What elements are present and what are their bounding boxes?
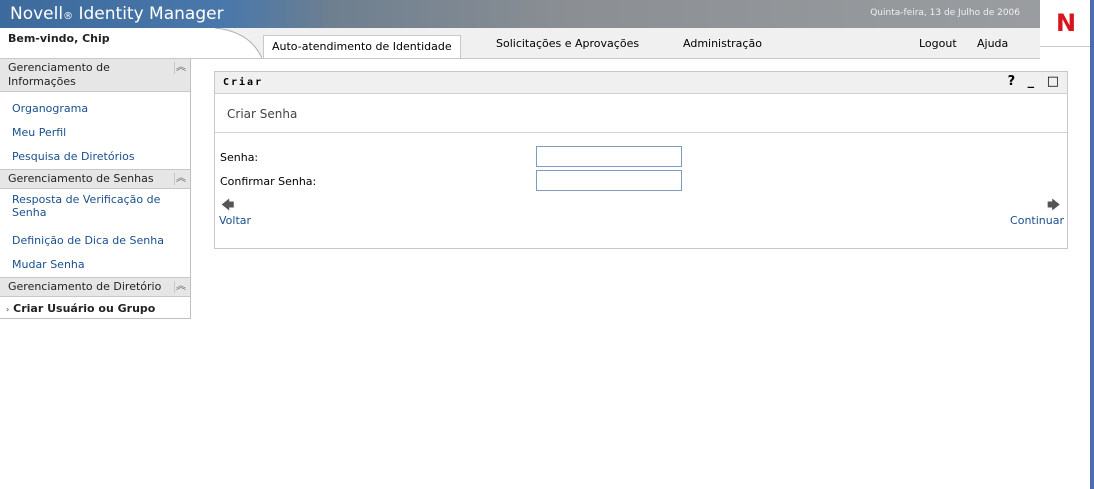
sidebar-item-directory-search[interactable]: Pesquisa de Diretórios <box>0 145 190 169</box>
confirm-password-field[interactable] <box>536 170 682 191</box>
double-chevron-up-icon[interactable]: ︽ <box>174 62 187 74</box>
continue-link[interactable]: Continuar <box>1010 214 1064 227</box>
welcome-text: Bem-vindo, Chip <box>8 32 110 45</box>
sidebar: Gerenciamento de Informações ︽ Organogra… <box>0 58 191 319</box>
window-edge <box>1090 0 1094 489</box>
back-link[interactable]: Voltar <box>219 214 251 227</box>
double-chevron-up-icon[interactable]: ︽ <box>174 173 187 185</box>
logout-link[interactable]: Logout <box>919 37 957 50</box>
sidebar-item-create-user-group[interactable]: › Criar Usuário ou Grupo <box>0 297 190 322</box>
novell-logo-icon: N <box>1056 9 1077 37</box>
password-label: Senha: <box>220 151 259 164</box>
page-subheading: Criar Senha <box>227 107 298 121</box>
sidebar-item-password-challenge[interactable]: Resposta de Verificação de Senha <box>0 193 190 219</box>
section-directory-management[interactable]: Gerenciamento de Diretório ︽ <box>0 277 190 297</box>
panel-controls: ? _ □ <box>1000 74 1059 89</box>
tab-administration[interactable]: Administração <box>683 37 762 50</box>
panel-title: Criar <box>223 77 264 88</box>
password-field[interactable] <box>536 146 682 167</box>
create-panel: Criar ? _ □ Criar Senha Senha: Confirmar… <box>214 71 1068 249</box>
double-chevron-up-icon[interactable]: ︽ <box>174 281 187 293</box>
panel-header: Criar ? _ □ <box>215 72 1067 94</box>
section-title: Gerenciamento de Informações <box>8 61 110 88</box>
sidebar-item-password-hint[interactable]: Definição de Dica de Senha <box>0 229 190 253</box>
novell-logo: N <box>1040 0 1094 47</box>
bullet-arrow-icon: › <box>6 305 10 314</box>
confirm-password-label: Confirmar Senha: <box>220 175 317 188</box>
nav-bar: Bem-vindo, Chip Auto-atendimento de Iden… <box>0 28 1040 59</box>
help-icon[interactable]: ? <box>1008 74 1016 89</box>
section-password-management[interactable]: Gerenciamento de Senhas ︽ <box>0 169 190 189</box>
help-link[interactable]: Ajuda <box>977 37 1008 50</box>
section-title: Gerenciamento de Senhas <box>8 172 154 185</box>
app-title: Novell® Identity Manager <box>10 4 224 24</box>
divider <box>215 132 1067 133</box>
maximize-icon[interactable]: □ <box>1047 74 1059 89</box>
tab-identity-self-service[interactable]: Auto-atendimento de Identidade <box>263 35 461 58</box>
sidebar-item-my-profile[interactable]: Meu Perfil <box>0 121 190 145</box>
section-info-management[interactable]: Gerenciamento de Informações ︽ <box>0 58 190 92</box>
tab-requests-approvals[interactable]: Solicitações e Aprovações <box>496 37 639 50</box>
date-label: Quinta-feira, 13 de Julho de 2006 <box>870 8 1020 18</box>
title-bar: Novell® Identity Manager Quinta-feira, 1… <box>0 0 1040 28</box>
minimize-icon[interactable]: _ <box>1028 74 1035 89</box>
sidebar-item-change-password[interactable]: Mudar Senha <box>0 253 190 277</box>
sidebar-item-org-chart[interactable]: Organograma <box>0 97 190 121</box>
section-title: Gerenciamento de Diretório <box>8 280 162 293</box>
